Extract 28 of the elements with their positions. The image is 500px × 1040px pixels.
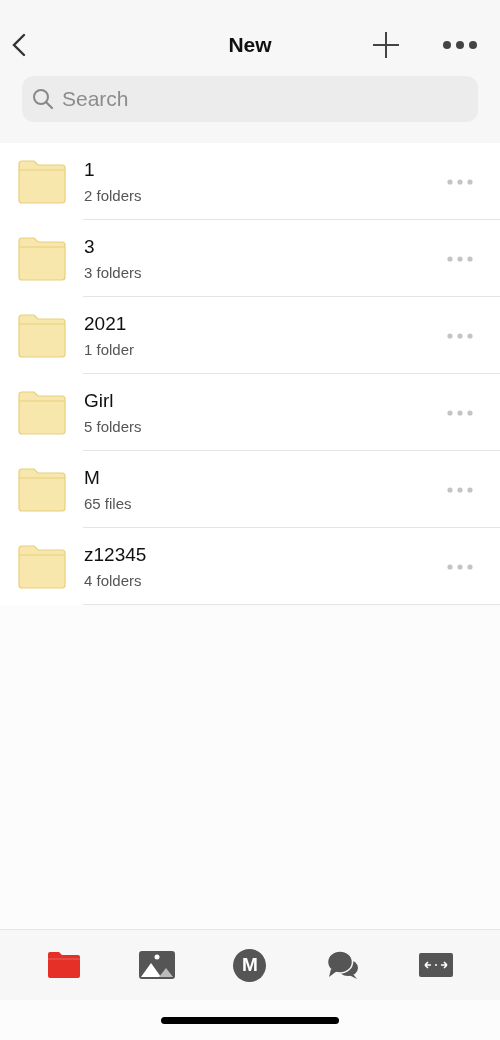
more-icon[interactable] [442,40,478,50]
folder-icon [17,313,67,358]
search-field[interactable]: Search [22,76,478,122]
folder-icon [17,159,67,204]
back-icon[interactable] [12,33,26,57]
plus-icon[interactable] [372,31,400,59]
image-icon[interactable] [139,951,176,979]
folder-count: 2 folders [84,187,143,204]
folder-icon[interactable] [48,952,81,978]
transfer-icon[interactable] [418,953,453,977]
folder-name: Girl [84,390,115,412]
folder-count: 1 folder [84,341,136,358]
folder-icon [17,236,67,281]
folder-name: 3 [84,236,96,258]
folder-name: 2021 [84,313,128,335]
folder-count: 5 folders [84,418,143,435]
folder-icon [17,544,67,589]
folder-count: 3 folders [84,264,143,281]
chat-icon[interactable] [326,950,359,980]
folder-count: 65 files [84,495,133,512]
logo-icon[interactable]: M [233,948,267,982]
folder-name: z12345 [84,544,148,566]
folder-icon [17,467,67,512]
folder-name: M [84,467,101,489]
folder-name: 1 [84,159,96,181]
folder-icon [17,390,67,435]
folder-count: 4 folders [84,572,143,589]
page-title: New [228,33,272,57]
